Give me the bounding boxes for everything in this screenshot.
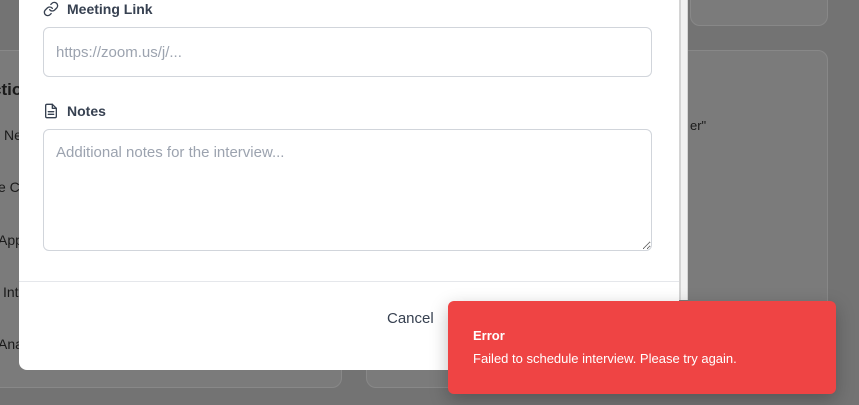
error-toast[interactable]: Error Failed to schedule interview. Plea… (448, 301, 836, 394)
modal-scrollbar-thumb[interactable] (681, 0, 687, 300)
background-quote-fragment: er" (690, 118, 707, 133)
meeting-link-label-text: Meeting Link (67, 1, 153, 17)
notes-textarea[interactable] (43, 129, 652, 251)
background-item-interviews: Int (3, 284, 19, 300)
toast-title: Error (473, 328, 505, 343)
toast-message: Failed to schedule interview. Please try… (473, 351, 737, 366)
meeting-link-input[interactable] (43, 27, 652, 77)
meeting-link-label: Meeting Link (43, 1, 153, 17)
dialog-footer-divider (19, 281, 679, 282)
notes-label-text: Notes (67, 103, 106, 119)
link-icon (43, 1, 59, 17)
notes-label: Notes (43, 103, 106, 119)
cancel-button[interactable]: Cancel (387, 310, 434, 327)
background-card-top-right (690, 0, 828, 26)
document-icon (45, 103, 57, 119)
